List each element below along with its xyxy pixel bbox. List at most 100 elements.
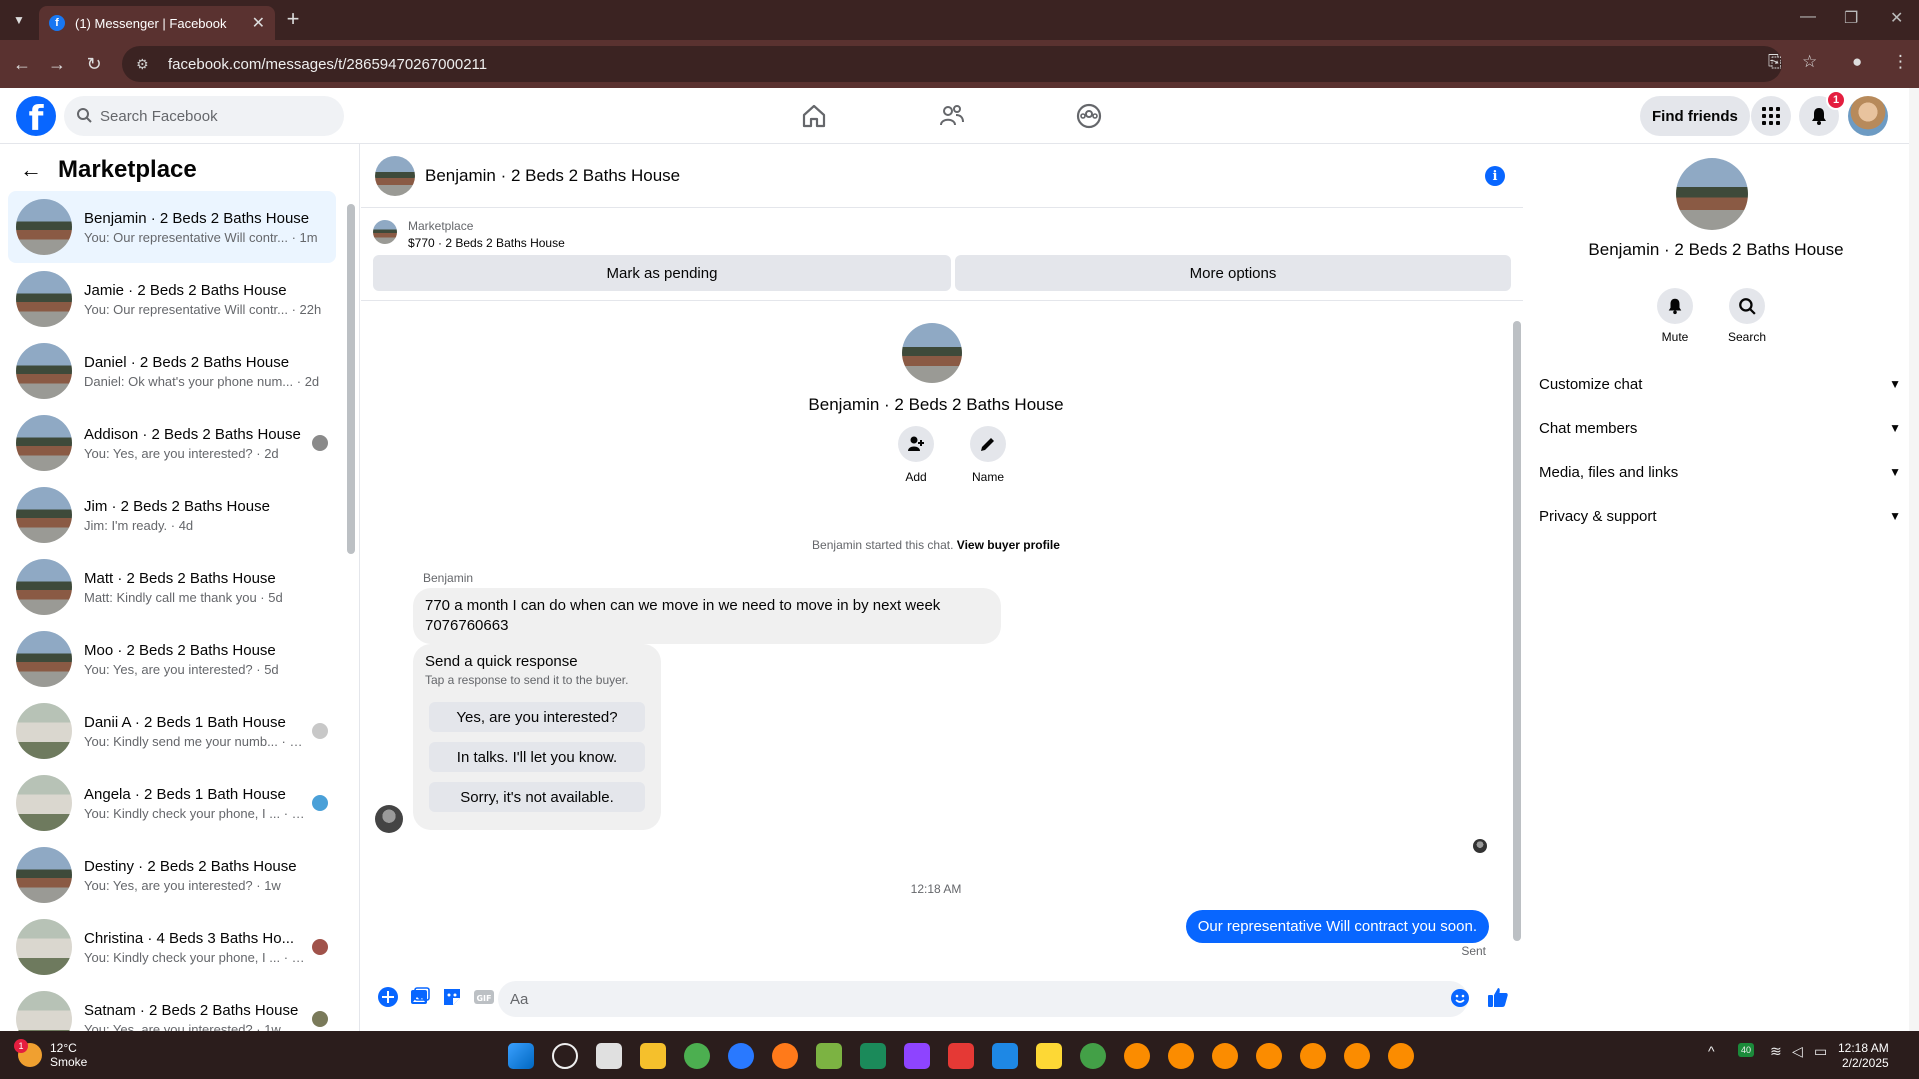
chat-avatar[interactable]	[375, 155, 415, 196]
notepad-icon[interactable]	[992, 1043, 1018, 1069]
quick-response-button[interactable]: Yes, are you interested?	[429, 702, 645, 732]
conversation-item[interactable]: Jamie · 2 Beds 2 Baths House You: Our rep…	[8, 263, 336, 335]
chrome-icon[interactable]	[728, 1043, 754, 1069]
battery-icon[interactable]: ▭	[1814, 1043, 1827, 1060]
thumbs-up-icon[interactable]	[1487, 986, 1509, 1008]
conversation-item[interactable]: Danii A · 2 Beds 1 Bath House You: Kindly…	[8, 695, 336, 767]
menu-grid-icon[interactable]	[1751, 96, 1791, 136]
volume-icon[interactable]: ◁	[1792, 1043, 1803, 1060]
conversation-item[interactable]: Destiny · 2 Beds 2 Baths House You: Yes, …	[8, 839, 336, 911]
forward-icon[interactable]: →	[45, 52, 69, 76]
incoming-message[interactable]: 770 a month I can do when can we move in…	[413, 588, 1001, 644]
media-files-links-section[interactable]: Media, files and links ▼	[1539, 454, 1901, 490]
chrome-icon[interactable]	[1256, 1043, 1282, 1069]
thread-scrollbar[interactable]	[1511, 301, 1523, 966]
listing-title[interactable]: $770 · 2 Beds 2 Baths House	[408, 236, 565, 250]
back-icon[interactable]: ←	[10, 52, 34, 76]
privacy-support-section[interactable]: Privacy & support ▼	[1539, 498, 1901, 534]
chrome-icon[interactable]	[1080, 1043, 1106, 1069]
sender-avatar[interactable]	[375, 805, 403, 833]
add-people-button[interactable]: Add	[886, 426, 946, 484]
firefox-icon[interactable]	[772, 1043, 798, 1069]
profile-icon[interactable]: ●	[1852, 52, 1862, 72]
sticker-icon[interactable]	[441, 986, 463, 1008]
address-bar[interactable]: ⚙ facebook.com/messages/t/28659470267000…	[122, 46, 1782, 82]
site-info-icon[interactable]: ⚙	[136, 56, 154, 73]
quick-response-button[interactable]: In talks. I'll let you know.	[429, 742, 645, 772]
photo-icon[interactable]	[409, 986, 431, 1008]
search-in-chat-button[interactable]: Search	[1717, 288, 1777, 344]
quick-response-button[interactable]: Sorry, it's not available.	[429, 782, 645, 812]
search-input[interactable]	[100, 107, 320, 125]
conversation-item[interactable]: Addison · 2 Beds 2 Baths House You: Yes, …	[8, 407, 336, 479]
start-icon[interactable]	[508, 1043, 534, 1069]
minimize-icon[interactable]: —	[1800, 8, 1816, 26]
sidebar-scroll-thumb[interactable]	[347, 204, 355, 554]
conversation-item[interactable]: Satnam · 2 Beds 2 Baths House You: Yes, a…	[8, 983, 336, 1031]
tray-app-icon[interactable]: 40	[1738, 1043, 1755, 1057]
message-input-box[interactable]	[498, 981, 1468, 1017]
conversation-item[interactable]: Benjamin · 2 Beds 2 Baths House You: Our …	[8, 191, 336, 263]
plus-icon[interactable]	[377, 986, 399, 1008]
app-icon[interactable]	[948, 1043, 974, 1069]
groups-icon[interactable]	[1075, 102, 1103, 130]
chrome-icon[interactable]	[1388, 1043, 1414, 1069]
sidebar-scrollbar[interactable]	[346, 192, 356, 1030]
chrome-icon[interactable]	[1212, 1043, 1238, 1069]
mark-as-pending-button[interactable]: Mark as pending	[373, 255, 951, 291]
install-app-icon[interactable]: ⎘	[1768, 52, 1782, 72]
message-input[interactable]	[510, 990, 1410, 1008]
name-chat-button[interactable]: Name	[958, 426, 1018, 484]
account-avatar[interactable]	[1848, 96, 1888, 136]
thread-avatar[interactable]	[902, 323, 962, 383]
app-icon[interactable]	[1036, 1043, 1062, 1069]
browser-tab[interactable]: f (1) Messenger | Facebook ✕	[39, 6, 275, 40]
customize-chat-section[interactable]: Customize chat ▼	[1539, 366, 1901, 402]
conversation-item[interactable]: Angela · 2 Beds 1 Bath House You: Kindly …	[8, 767, 336, 839]
emoji-icon[interactable]	[1450, 988, 1472, 1010]
conversation-item[interactable]: Jim · 2 Beds 2 Baths House Jim: I'm ready…	[8, 479, 336, 551]
reload-icon[interactable]: ↻	[82, 52, 106, 76]
file-explorer-icon[interactable]	[640, 1043, 666, 1069]
friends-icon[interactable]	[938, 102, 966, 130]
chat-title[interactable]: Benjamin · 2 Beds 2 Baths House	[425, 166, 680, 186]
snipping-tool-icon[interactable]	[596, 1043, 622, 1069]
mute-button[interactable]: Mute	[1645, 288, 1705, 344]
close-window-icon[interactable]: ✕	[1890, 8, 1903, 28]
system-clock[interactable]: 12:18 AM 2/2/2025	[1838, 1041, 1889, 1071]
chrome-icon[interactable]	[1344, 1043, 1370, 1069]
restore-icon[interactable]: ❐	[1844, 8, 1858, 28]
gif-icon[interactable]: GIF	[473, 986, 495, 1008]
listing-thumbnail[interactable]	[373, 220, 397, 244]
taskbar-search-icon[interactable]	[552, 1043, 578, 1069]
home-icon[interactable]	[800, 102, 828, 130]
chrome-icon[interactable]	[1124, 1043, 1150, 1069]
wifi-icon[interactable]: ≋	[1770, 1043, 1782, 1060]
facebook-logo-icon[interactable]: f	[16, 96, 56, 136]
app-icon[interactable]	[904, 1043, 930, 1069]
chrome-icon[interactable]	[684, 1043, 710, 1069]
conversation-item[interactable]: Moo · 2 Beds 2 Baths House You: Yes, are …	[8, 623, 336, 695]
conversation-item[interactable]: Daniel · 2 Beds 2 Baths House Daniel: Ok …	[8, 335, 336, 407]
more-options-button[interactable]: More options	[955, 255, 1511, 291]
app-icon[interactable]	[816, 1043, 842, 1069]
facebook-search[interactable]	[64, 96, 344, 136]
conversation-item[interactable]: Christina · 4 Beds 3 Baths Ho... You: Kin…	[8, 911, 336, 983]
tab-search-icon[interactable]: ▼	[8, 9, 30, 31]
find-friends-button[interactable]: Find friends	[1640, 96, 1750, 136]
conversation-item[interactable]: Matt · 2 Beds 2 Baths House Matt: Kindly …	[8, 551, 336, 623]
outgoing-message[interactable]: Our representative Will contract you soo…	[1185, 910, 1489, 943]
tray-overflow-icon[interactable]: ^	[1708, 1043, 1715, 1059]
bookmark-star-icon[interactable]: ☆	[1802, 52, 1817, 72]
view-buyer-profile-link[interactable]: View buyer profile	[957, 538, 1060, 552]
back-arrow-icon[interactable]: ←	[20, 157, 42, 183]
chat-members-section[interactable]: Chat members ▼	[1539, 410, 1901, 446]
details-avatar[interactable]	[1676, 158, 1748, 230]
weather-widget[interactable]: 1 12°C Smoke	[14, 1039, 87, 1069]
close-tab-icon[interactable]: ✕	[252, 13, 265, 33]
info-icon[interactable]: i	[1485, 166, 1505, 186]
thread-scroll-thumb[interactable]	[1513, 321, 1521, 941]
chrome-icon[interactable]	[1300, 1043, 1326, 1069]
browser-menu-icon[interactable]: ⋮	[1892, 52, 1909, 72]
app-icon[interactable]	[860, 1043, 886, 1069]
